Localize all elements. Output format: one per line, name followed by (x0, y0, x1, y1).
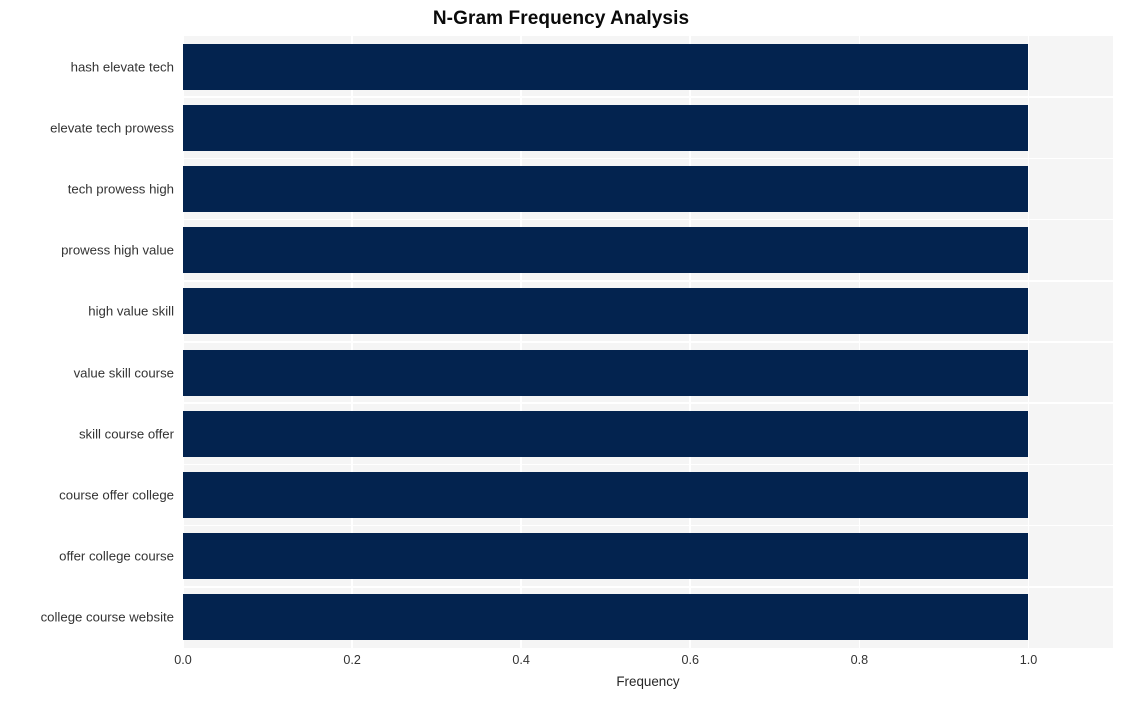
x-tick-label: 0.2 (343, 653, 361, 667)
x-tick-label: 0.0 (174, 653, 192, 667)
x-tick-label: 0.8 (850, 653, 869, 667)
chart-figure: N-Gram Frequency Analysis hash elevate t… (0, 0, 1122, 701)
x-tick-label: 1.0 (1019, 653, 1038, 667)
x-axis-tick-labels: 0.0 0.2 0.4 0.6 0.8 1.0 (0, 0, 1122, 701)
x-tick-label: 0.4 (512, 653, 530, 667)
x-axis-label: Frequency (616, 674, 680, 689)
x-tick-label: 0.6 (681, 653, 700, 667)
